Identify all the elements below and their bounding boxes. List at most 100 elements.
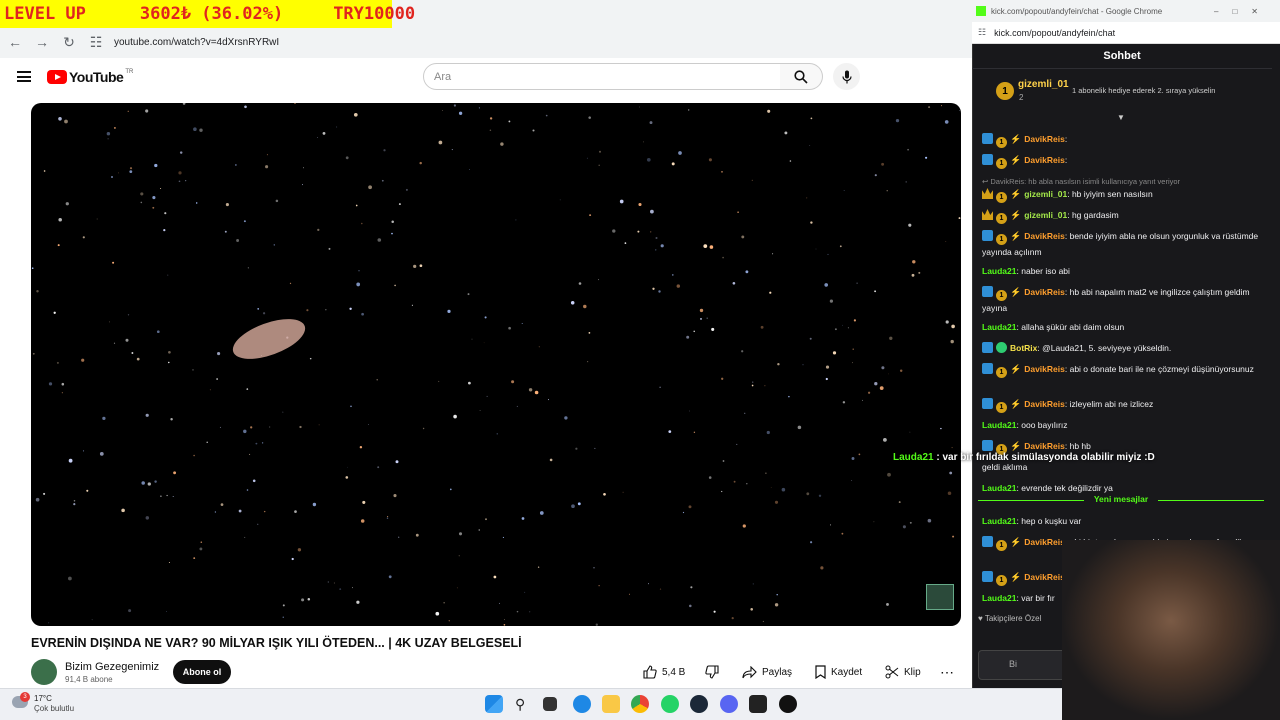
chat-message[interactable]: Lauda21: ooo bayılırız [982, 418, 1266, 432]
chat-username[interactable]: Lauda21 [982, 593, 1017, 603]
star [774, 603, 779, 607]
star [774, 500, 779, 504]
chat-message[interactable]: 1 ⚡ gizemli_01: hb iyiyim sen nasılsın [982, 187, 1266, 203]
subscribe-button[interactable]: Abone ol [173, 660, 231, 684]
chat-username[interactable]: DavikReis [1024, 134, 1065, 144]
chat-username[interactable]: DavikReis [1024, 537, 1065, 547]
weather-temperature[interactable]: 17°C [34, 694, 52, 703]
star [959, 110, 961, 111]
star [732, 281, 736, 285]
clip-button[interactable]: Klip [885, 661, 921, 683]
site-info-icon[interactable]: ☷ [978, 27, 986, 38]
star [810, 541, 813, 544]
windows-start-icon[interactable] [485, 695, 503, 713]
address-bar[interactable]: youtube.com/watch?v=4dXrsnRYRwI [114, 37, 279, 48]
weather-description[interactable]: Çok bulutlu [34, 704, 74, 713]
channel-name[interactable]: Bizim Gezegenimiz [65, 661, 159, 673]
chat-message[interactable]: BotRix: @Lauda21, 5. seviyeye yükseldin. [982, 341, 1266, 355]
chat-message[interactable]: Lauda21: hep o kuşku var [982, 514, 1266, 528]
like-button[interactable]: 5,4 B [643, 661, 685, 683]
star [456, 587, 458, 589]
star [538, 346, 540, 348]
star [690, 586, 693, 589]
site-info-icon[interactable]: ☷ [84, 30, 108, 54]
chat-message[interactable]: 1 ⚡ DavikReis: bende iyiyim abla ne olsun … [982, 229, 1266, 259]
chat-username[interactable]: DavikReis [1024, 441, 1065, 451]
chat-username[interactable]: DavikReis [1024, 572, 1065, 582]
forward-arrow-icon[interactable]: → [30, 30, 54, 54]
more-options-icon[interactable]: ⋯ [940, 661, 955, 683]
star [297, 548, 302, 552]
dislike-button[interactable] [705, 661, 724, 683]
whatsapp-icon[interactable] [661, 695, 679, 713]
star [655, 249, 657, 251]
star [289, 282, 292, 285]
star [377, 238, 382, 242]
taskbar-search-icon[interactable]: ⚲ [515, 696, 525, 713]
reload-icon[interactable]: ↻ [57, 30, 81, 54]
subscriber-badge-icon [982, 536, 993, 547]
chat-username[interactable]: DavikReis [1024, 231, 1065, 241]
star [830, 524, 832, 526]
obs-icon[interactable] [779, 695, 797, 713]
back-arrow-icon[interactable]: ← [3, 30, 27, 54]
discord-icon[interactable] [720, 695, 738, 713]
hamburger-menu-icon[interactable] [17, 71, 31, 82]
chat-message[interactable]: 1 ⚡ DavikReis: [982, 132, 1266, 148]
star [225, 203, 229, 207]
streaming-app-icon[interactable] [749, 695, 767, 713]
chat-message[interactable]: Lauda21: naber iso abi [982, 264, 1266, 278]
star [273, 244, 276, 246]
edge-browser-icon[interactable] [573, 695, 591, 713]
youtube-logo[interactable]: YouTube TR [47, 69, 133, 85]
chat-username[interactable]: DavikReis [1024, 364, 1065, 374]
channel-watermark[interactable] [926, 584, 954, 610]
save-button[interactable]: Kaydet [815, 661, 862, 683]
chat-username[interactable]: Lauda21 [982, 266, 1017, 276]
level-badge-icon: 1 [996, 158, 1007, 169]
star [810, 117, 813, 120]
chat-username[interactable]: DavikReis [1024, 287, 1065, 297]
scroll-to-bottom-icon[interactable]: ▼ [1117, 113, 1127, 122]
star [438, 140, 443, 145]
chat-message[interactable]: Lauda21: evrende tek değilizdir ya [982, 481, 1266, 495]
chat-username[interactable]: Lauda21 [982, 420, 1017, 430]
chat-message[interactable]: 1 ⚡ DavikReis: hb abi napalım mat2 ve ingi… [982, 285, 1266, 315]
chat-message[interactable]: 1 ⚡ DavikReis: [982, 153, 1266, 169]
search-button[interactable] [780, 63, 823, 90]
chat-username[interactable]: Lauda21 [982, 322, 1017, 332]
chat-username[interactable]: Lauda21 [982, 516, 1017, 526]
star [56, 361, 59, 364]
star [742, 524, 746, 528]
channel-avatar[interactable] [31, 659, 57, 685]
chat-message[interactable]: 1 ⚡ DavikReis: abi o donate bari ile ne çö… [982, 362, 1266, 378]
share-button[interactable]: Paylaş [742, 661, 792, 683]
chat-username[interactable]: DavikReis [1024, 155, 1065, 165]
star [299, 425, 302, 429]
steam-icon[interactable] [690, 695, 708, 713]
chat-username[interactable]: Lauda21 [982, 483, 1017, 493]
chat-username[interactable]: BotRix [1010, 343, 1037, 353]
chat-username[interactable]: DavikReis [1024, 399, 1065, 409]
subscriber-count: 91,4 B abone [65, 675, 113, 684]
star [339, 588, 342, 591]
window-controls-icon[interactable]: –□✕ [1214, 7, 1272, 16]
chat-message[interactable]: 1 ⚡ gizemli_01: hg gardasim [982, 208, 1266, 224]
task-view-icon[interactable] [543, 697, 557, 711]
star [598, 164, 600, 167]
chat-message[interactable]: Lauda21: allaha şükür abi daim olsun [982, 320, 1266, 334]
star [282, 616, 284, 618]
overlay-target: TRY10000 [333, 4, 416, 24]
chat-username[interactable]: gizemli_01 [1024, 210, 1067, 220]
chat-message[interactable]: 1 ⚡ DavikReis: izleyelim abi ne izlicez [982, 397, 1266, 413]
file-explorer-icon[interactable] [602, 695, 620, 713]
star [797, 425, 802, 430]
voice-search-button[interactable] [833, 63, 860, 90]
chat-username[interactable]: gizemli_01 [1024, 189, 1067, 199]
search-input[interactable]: Ara [423, 63, 781, 90]
chrome-browser-icon[interactable] [631, 695, 649, 713]
star [168, 350, 171, 354]
leaderboard-user[interactable]: gizemli_01 [1018, 79, 1069, 90]
chat-address-bar[interactable]: ☷ kick.com/popout/andyfein/chat [972, 22, 1280, 44]
video-player[interactable] [31, 103, 961, 626]
